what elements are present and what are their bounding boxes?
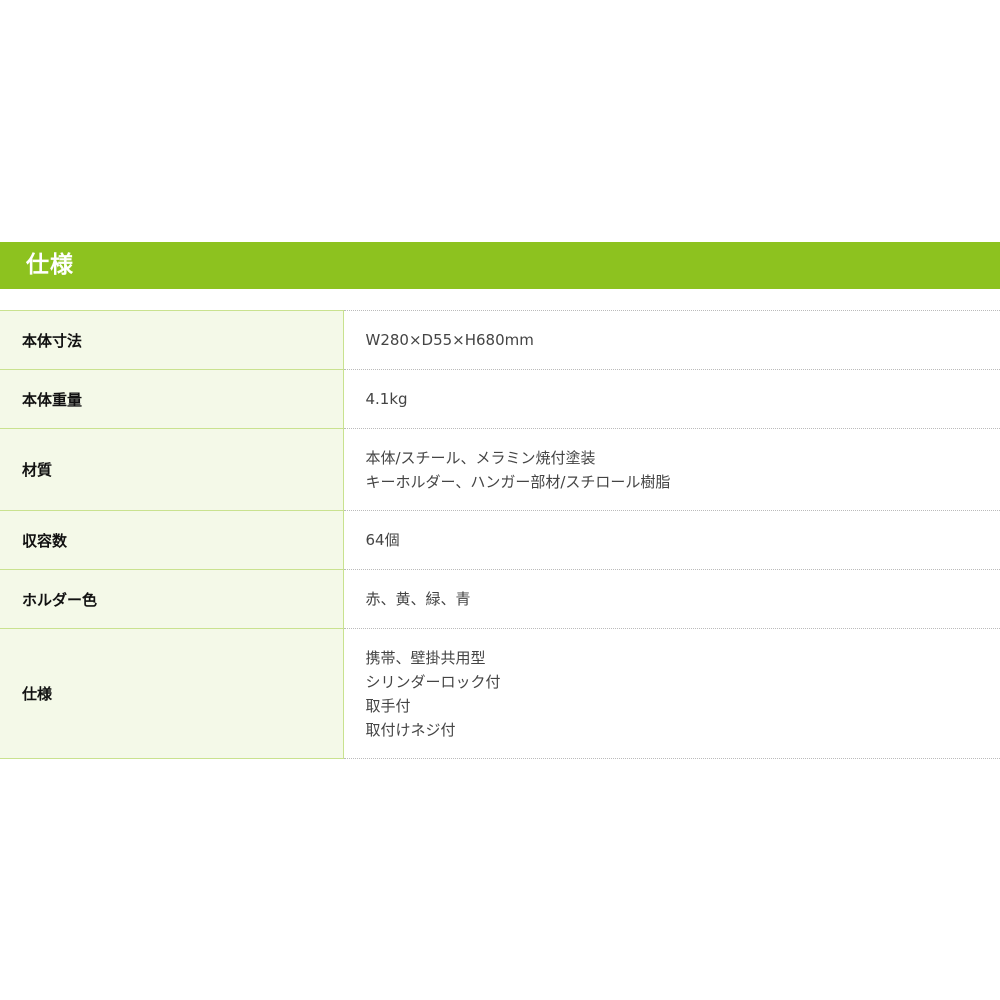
spec-value: 赤、黄、緑、青 — [343, 569, 1000, 629]
spec-value-line: 64個 — [365, 531, 400, 549]
section-title: 仕様 — [26, 252, 74, 278]
spec-value-line: キーホルダー、ハンガー部材/スチロール樹脂 — [365, 472, 671, 491]
spec-value-line: 取手付 — [365, 696, 411, 715]
spec-value-line: 携帯、壁掛共用型 — [365, 648, 486, 667]
spec-label: ホルダー色 — [0, 569, 344, 629]
spec-label: 収容数 — [0, 510, 344, 570]
spec-value: W280×D55×H680mm — [343, 310, 1000, 370]
spec-label: 本体寸法 — [0, 310, 344, 370]
spec-value: 64個 — [343, 510, 1000, 570]
spec-label: 本体重量 — [0, 369, 344, 429]
section-header: 仕様 — [0, 242, 1000, 289]
spec-value-line: 取付けネジ付 — [365, 720, 456, 739]
spec-value-line: W280×D55×H680mm — [365, 331, 534, 349]
spec-row-material: 材質 本体/スチール、メラミン焼付塗装 キーホルダー、ハンガー部材/スチロール樹… — [0, 428, 1000, 511]
spec-label: 仕様 — [0, 628, 344, 759]
spec-value-line: シリンダーロック付 — [365, 672, 501, 691]
spec-row-capacity: 収容数 64個 — [0, 510, 1000, 570]
spec-value: 本体/スチール、メラミン焼付塗装 キーホルダー、ハンガー部材/スチロール樹脂 — [343, 428, 1000, 511]
spec-value-line: 本体/スチール、メラミン焼付塗装 — [365, 448, 596, 467]
spec-row-holder-color: ホルダー色 赤、黄、緑、青 — [0, 569, 1000, 629]
spec-label: 材質 — [0, 428, 344, 511]
spec-value-line: 4.1kg — [365, 390, 408, 408]
spec-table: 本体寸法 W280×D55×H680mm 本体重量 4.1kg 材質 本体/スチ… — [0, 310, 1000, 759]
spec-value-line: 赤、黄、緑、青 — [365, 590, 471, 608]
spec-row-weight: 本体重量 4.1kg — [0, 369, 1000, 429]
spec-value: 4.1kg — [343, 369, 1000, 429]
spec-row-dimensions: 本体寸法 W280×D55×H680mm — [0, 310, 1000, 370]
spec-row-specification: 仕様 携帯、壁掛共用型 シリンダーロック付 取手付 取付けネジ付 — [0, 628, 1000, 759]
spec-value: 携帯、壁掛共用型 シリンダーロック付 取手付 取付けネジ付 — [343, 628, 1000, 759]
